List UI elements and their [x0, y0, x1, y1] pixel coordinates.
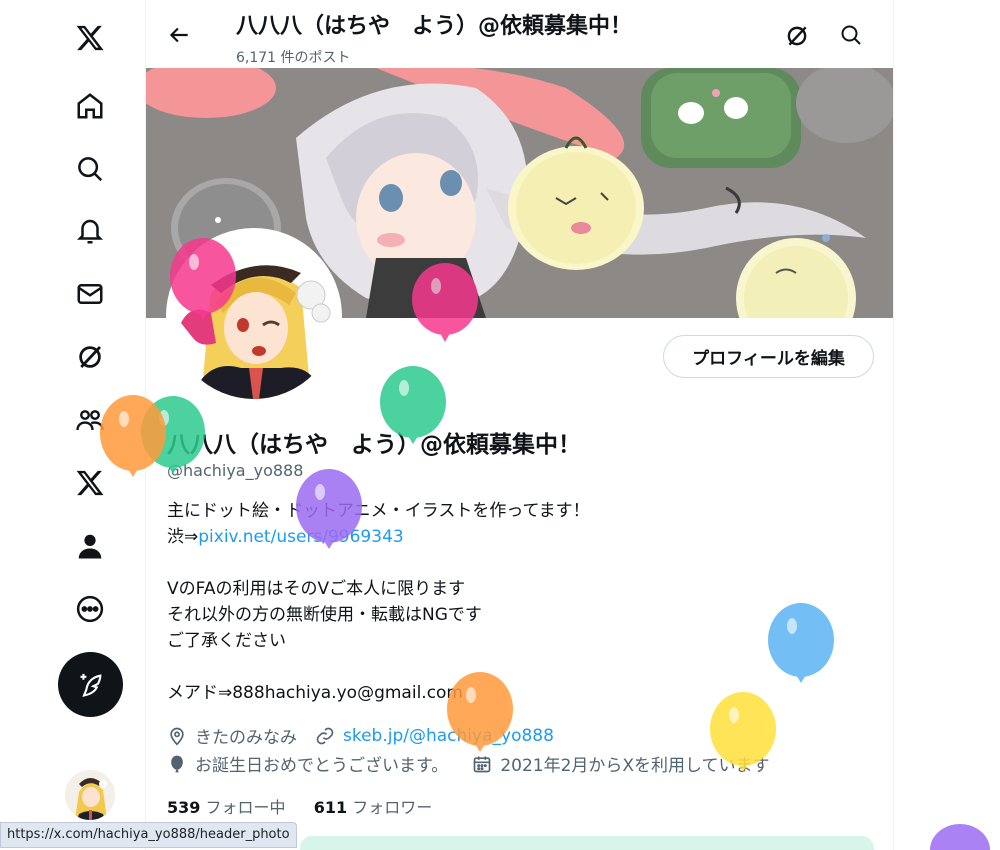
- avatar-illustration: [171, 233, 337, 399]
- following-link[interactable]: 539 フォロー中: [167, 798, 286, 817]
- compose-icon: [80, 673, 101, 697]
- post-count: 6,171 件のポスト: [236, 50, 351, 66]
- following-label: フォロー中: [205, 798, 286, 817]
- page-title: 八八八（はちや よう）@依頼募集中！: [236, 14, 633, 39]
- x-logo-icon[interactable]: [70, 18, 110, 58]
- grok-icon[interactable]: [784, 23, 810, 49]
- website-link[interactable]: skeb.jp/@hachiya_yo888: [343, 726, 554, 746]
- profile-meta-row: きたのみなみ skeb.jp/@hachiya_yo888: [167, 723, 554, 748]
- profile-avatar[interactable]: [166, 228, 342, 404]
- premium-x-icon[interactable]: [70, 463, 110, 503]
- search-posts-icon[interactable]: [839, 23, 863, 47]
- bio-line: メアド⇒888hachiya.yo@gmail.com: [167, 683, 463, 703]
- followers-label: フォロワー: [352, 798, 433, 817]
- bio-line: 主にドット絵・ドットアニメ・イラストを作ってます！: [167, 501, 590, 521]
- followers-count: 611: [313, 798, 348, 817]
- communities-icon[interactable]: [70, 400, 110, 440]
- link-icon: [316, 727, 334, 744]
- profile-meta-row: お誕生日おめでとうございます。 2021年2月からXを利用しています: [167, 751, 770, 776]
- account-avatar[interactable]: [65, 770, 115, 820]
- home-icon[interactable]: [70, 86, 110, 126]
- following-count: 539: [167, 798, 201, 817]
- location-icon: [170, 727, 184, 746]
- follow-counts: 539 フォロー中 611 フォロワー: [167, 794, 432, 818]
- bio-line: それ以外の方の無断使用・転載はNGです: [167, 605, 482, 625]
- search-icon[interactable]: [70, 149, 110, 189]
- profile-handle: @hachiya_yo888: [167, 461, 304, 480]
- back-arrow-icon[interactable]: [166, 22, 192, 48]
- balloon-purple: [930, 824, 990, 850]
- edit-profile-button[interactable]: プロフィールを編集: [663, 335, 874, 378]
- messages-icon[interactable]: [70, 274, 110, 314]
- joined-text: 2021年2月からXを利用しています: [500, 756, 770, 776]
- birthday-text: お誕生日おめでとうございます。: [195, 756, 449, 776]
- bio-text: 渋⇒: [167, 527, 199, 547]
- calendar-icon: [473, 756, 491, 772]
- bio-line: 渋⇒pixiv.net/users/9969343: [167, 524, 590, 550]
- location-text: きたのみなみ: [195, 728, 297, 748]
- balloon-blue: [768, 603, 834, 683]
- bio-line: VのFAの利用はそのVご本人に限ります: [167, 579, 466, 599]
- profile-icon[interactable]: [70, 526, 110, 566]
- notifications-icon[interactable]: [70, 211, 110, 251]
- grok-icon[interactable]: [70, 337, 110, 377]
- followers-link[interactable]: 611 フォロワー: [314, 798, 433, 817]
- profile-top-bar: 八八八（はちや よう）@依頼募集中！ 6,171 件のポスト: [146, 0, 893, 68]
- bio-line: ご了承ください: [167, 631, 286, 651]
- bio-blank-line: [167, 550, 590, 576]
- profile-display-name: 八八八（はちや よう）@依頼募集中！: [167, 432, 581, 458]
- balloon-icon: [171, 755, 183, 772]
- premium-banner-edge: [300, 836, 874, 850]
- profile-bio: 主にドット絵・ドットアニメ・イラストを作ってます！ 渋⇒pixiv.net/us…: [167, 498, 590, 706]
- left-navigation: [0, 0, 146, 850]
- column-divider-right: [893, 0, 894, 850]
- more-icon[interactable]: [70, 589, 110, 629]
- post-button[interactable]: [58, 652, 123, 717]
- bio-blank-line: [167, 654, 590, 680]
- browser-status-url: https://x.com/hachiya_yo888/header_photo: [0, 822, 297, 848]
- pixiv-link[interactable]: pixiv.net/users/9969343: [198, 527, 403, 547]
